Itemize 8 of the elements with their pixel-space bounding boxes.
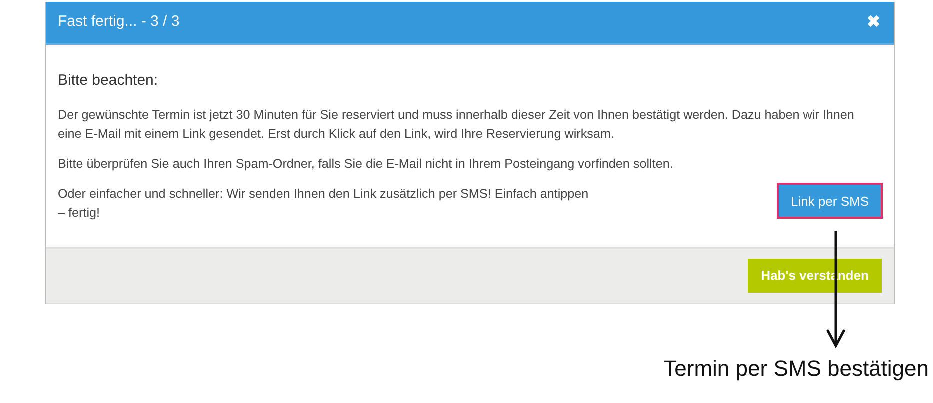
dialog-title: Fast fertig... - 3 / 3 xyxy=(58,12,180,32)
close-button[interactable]: ✖ xyxy=(867,14,880,30)
annotation-text: Termin per SMS bestätigen xyxy=(664,355,929,383)
notice-heading: Bitte beachten: xyxy=(58,71,160,90)
notice-paragraph: Bitte überprüfen Sie auch Ihren Spam-Ordner, falls Sie die E-Mail nicht in Ihrem Posteingang vorfinden sollten. xyxy=(58,156,674,173)
sms-hint-text: Oder einfacher und schneller: Wir senden Ihnen den Link zusätzlich per SMS! Einfach antippen – fertig! xyxy=(58,186,590,222)
notice-paragraph: Der gewünschte Termin ist jetzt 30 Minuten für Sie reserviert und muss innerhalb dieser Zeit von Ihnen bestätigt werden. Dazu haben wir Ihnen eine E-Mail mit einem Link gesendet. Erst durch Klick auf den Link, wird Ihre Reservierung wirksam. xyxy=(58,107,856,143)
sms-link-button[interactable]: Link per SMS xyxy=(776,183,883,219)
